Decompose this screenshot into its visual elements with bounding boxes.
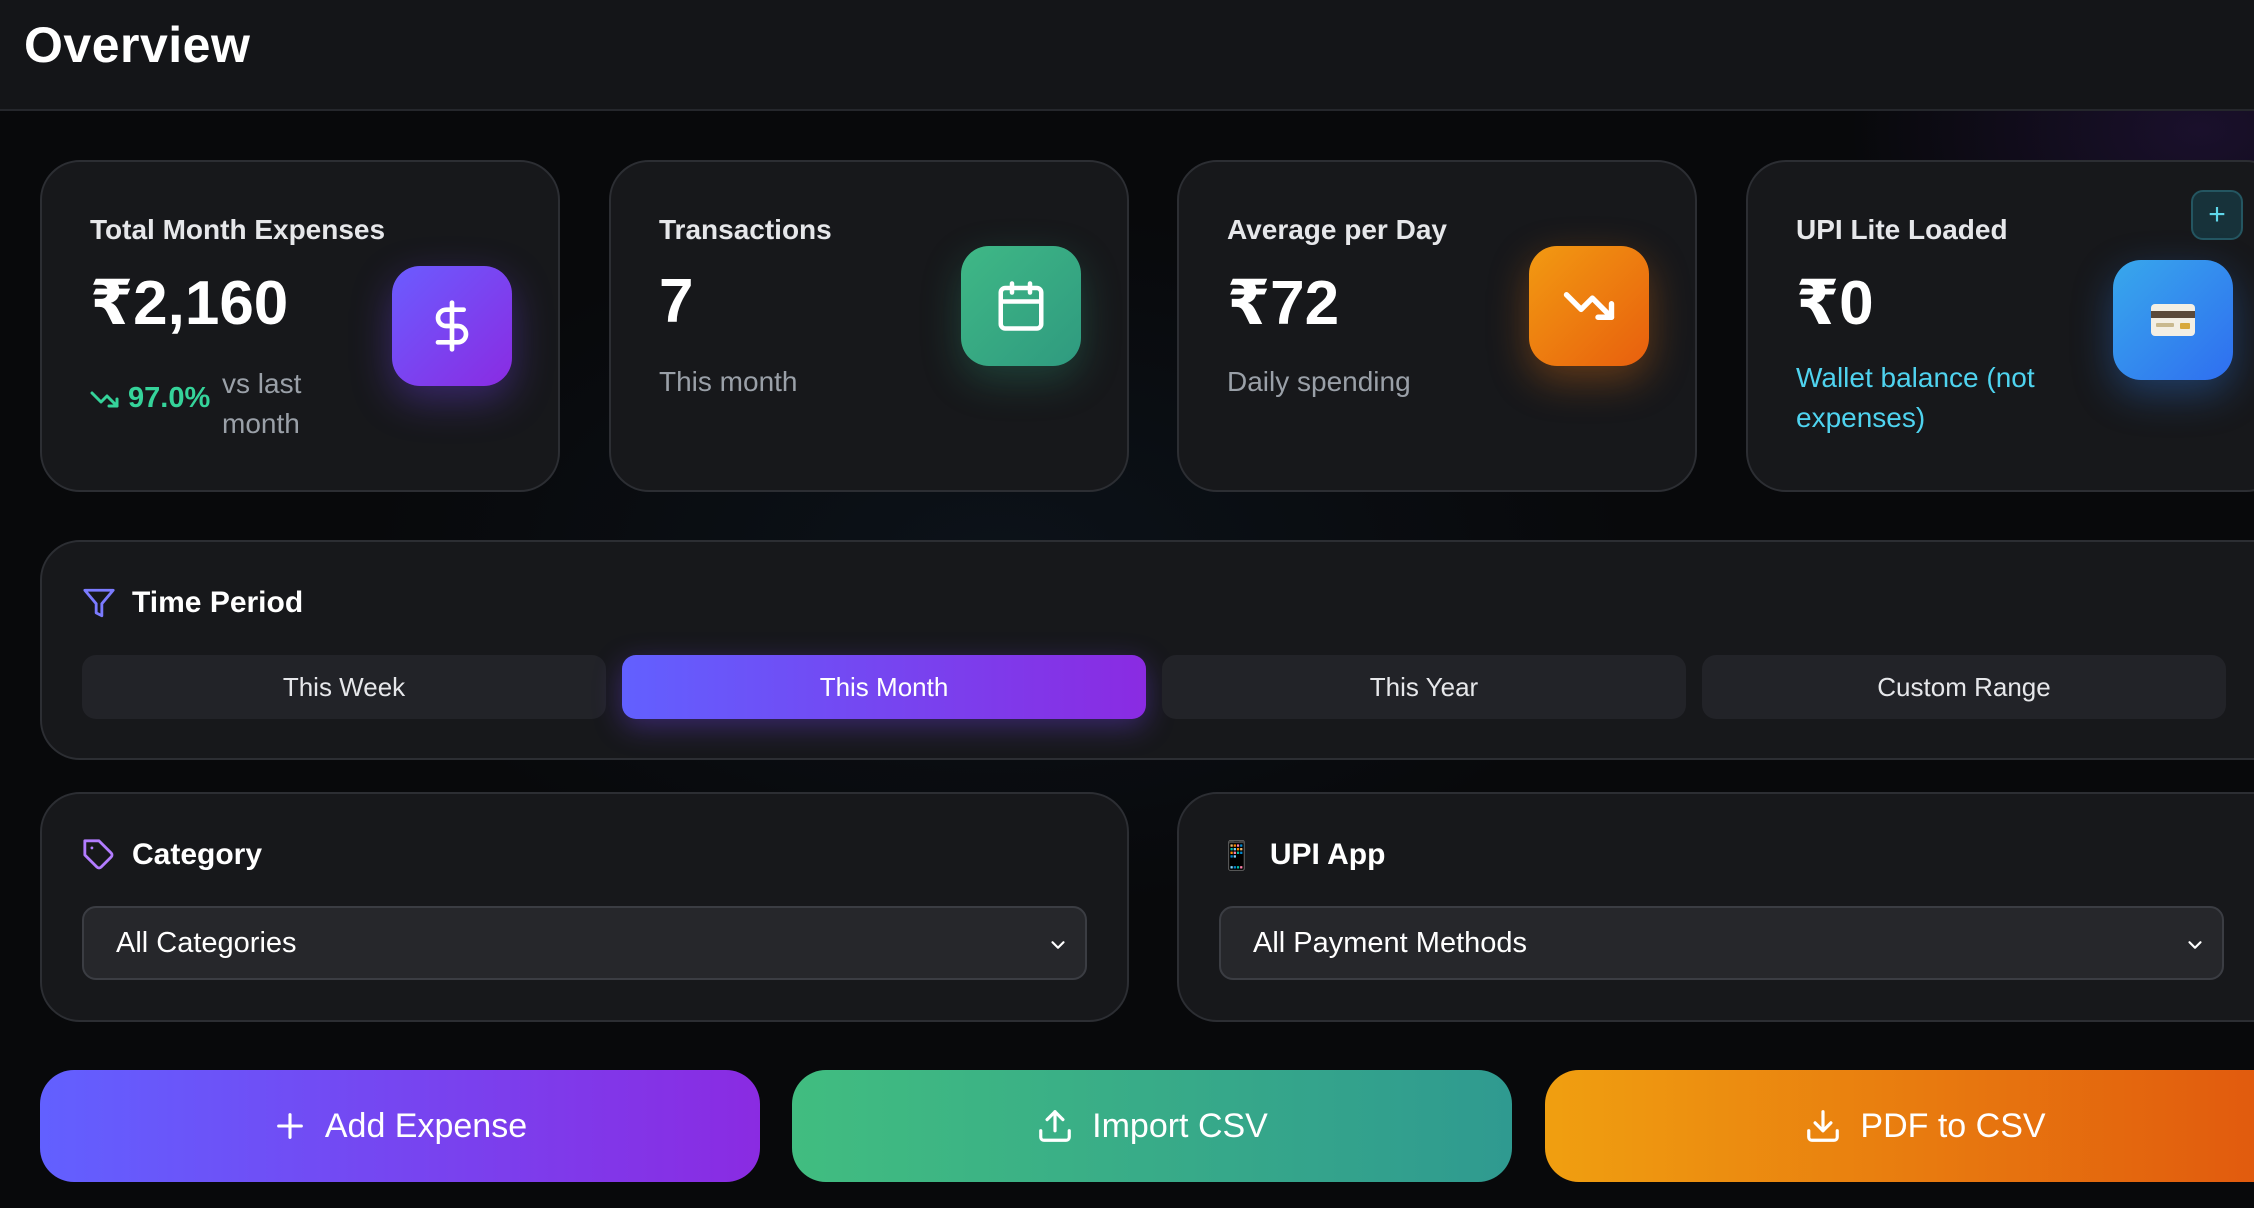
time-period-title: Time Period bbox=[132, 586, 304, 619]
stat-label: Average per Day bbox=[1227, 214, 1447, 245]
period-this-month-button[interactable]: This Month bbox=[622, 655, 1146, 719]
trend-indicator: 97.0% bbox=[90, 382, 210, 415]
stat-label: UPI Lite Loaded bbox=[1796, 214, 2008, 245]
upi-app-title: UPI App bbox=[1269, 838, 1386, 871]
plus-icon bbox=[276, 1113, 303, 1139]
category-select[interactable]: All Categories bbox=[82, 906, 1087, 980]
trend-percent: 97.0% bbox=[128, 382, 211, 414]
page-title: Overview bbox=[24, 17, 251, 73]
category-select-value: All Categories bbox=[116, 926, 297, 959]
upi-app-select[interactable]: All Payment Methods bbox=[1219, 906, 2224, 980]
category-filter: Category All Categories bbox=[40, 792, 1129, 1022]
time-period-filter: Time Period This Week This Month This Ye… bbox=[40, 540, 2254, 760]
trending-down-icon bbox=[1529, 246, 1649, 366]
download-icon bbox=[1807, 1110, 1840, 1142]
dollar-icon bbox=[392, 266, 512, 386]
stat-value: ₹0 bbox=[1796, 269, 1874, 338]
upi-app-select-value: All Payment Methods bbox=[1253, 926, 1528, 959]
period-this-week-button[interactable]: This Week bbox=[82, 655, 606, 719]
upi-app-filter: 📱 UPI App All Payment Methods bbox=[1177, 792, 2254, 1022]
stat-card-average-per-day: Average per Day ₹72 Daily spending bbox=[1177, 160, 1697, 492]
wallet-balance-note: Wallet balance (not expenses) bbox=[1796, 362, 2035, 433]
stat-card-upi-lite: UPI Lite Loaded ₹0 Wallet balance (not e… bbox=[1746, 160, 2254, 492]
pdf-to-csv-button[interactable]: PDF to CSV bbox=[1545, 1070, 2254, 1182]
period-this-year-button[interactable]: This Year bbox=[1162, 655, 1686, 719]
chevron-down-icon bbox=[2188, 941, 2202, 949]
stat-card-transactions: Transactions 7 This month bbox=[609, 160, 1129, 492]
calendar-icon bbox=[961, 246, 1081, 366]
mobile-phone-icon: 📱 bbox=[1219, 839, 1254, 871]
time-period-heading: Time Period bbox=[82, 586, 303, 620]
tag-icon bbox=[82, 838, 116, 872]
top-bar: Overview bbox=[0, 0, 2254, 111]
period-custom-range-button[interactable]: Custom Range bbox=[1702, 655, 2226, 719]
import-csv-button[interactable]: Import CSV bbox=[792, 1070, 1512, 1182]
plus-icon: + bbox=[2208, 198, 2226, 231]
pdf-to-csv-label: PDF to CSV bbox=[1860, 1106, 2046, 1145]
category-heading: Category bbox=[82, 838, 262, 872]
stat-value: 7 bbox=[659, 267, 694, 336]
import-csv-label: Import CSV bbox=[1092, 1106, 1268, 1145]
upload-icon bbox=[1039, 1110, 1071, 1142]
category-title: Category bbox=[132, 838, 263, 871]
stat-label: Total Month Expenses bbox=[90, 214, 386, 245]
stat-card-total-expenses: Total Month Expenses ₹2,160 97.0% vs las… bbox=[40, 160, 560, 492]
chevron-down-icon bbox=[1051, 941, 1065, 949]
add-expense-button[interactable]: Add Expense bbox=[40, 1070, 760, 1182]
trend-caption: vs last month bbox=[222, 368, 302, 439]
stat-value: ₹2,160 bbox=[90, 269, 289, 338]
add-upi-lite-button[interactable]: + bbox=[2191, 190, 2243, 240]
filter-icon bbox=[82, 586, 116, 620]
stat-value: ₹72 bbox=[1227, 269, 1340, 338]
stat-caption: Daily spending bbox=[1227, 366, 1411, 397]
upi-app-heading: 📱 UPI App bbox=[1219, 838, 1385, 872]
stat-label: Transactions bbox=[659, 214, 832, 245]
credit-card-icon bbox=[2113, 260, 2233, 380]
stat-caption: This month bbox=[659, 366, 798, 397]
add-expense-label: Add Expense bbox=[324, 1106, 528, 1145]
trending-down-icon bbox=[90, 391, 119, 407]
